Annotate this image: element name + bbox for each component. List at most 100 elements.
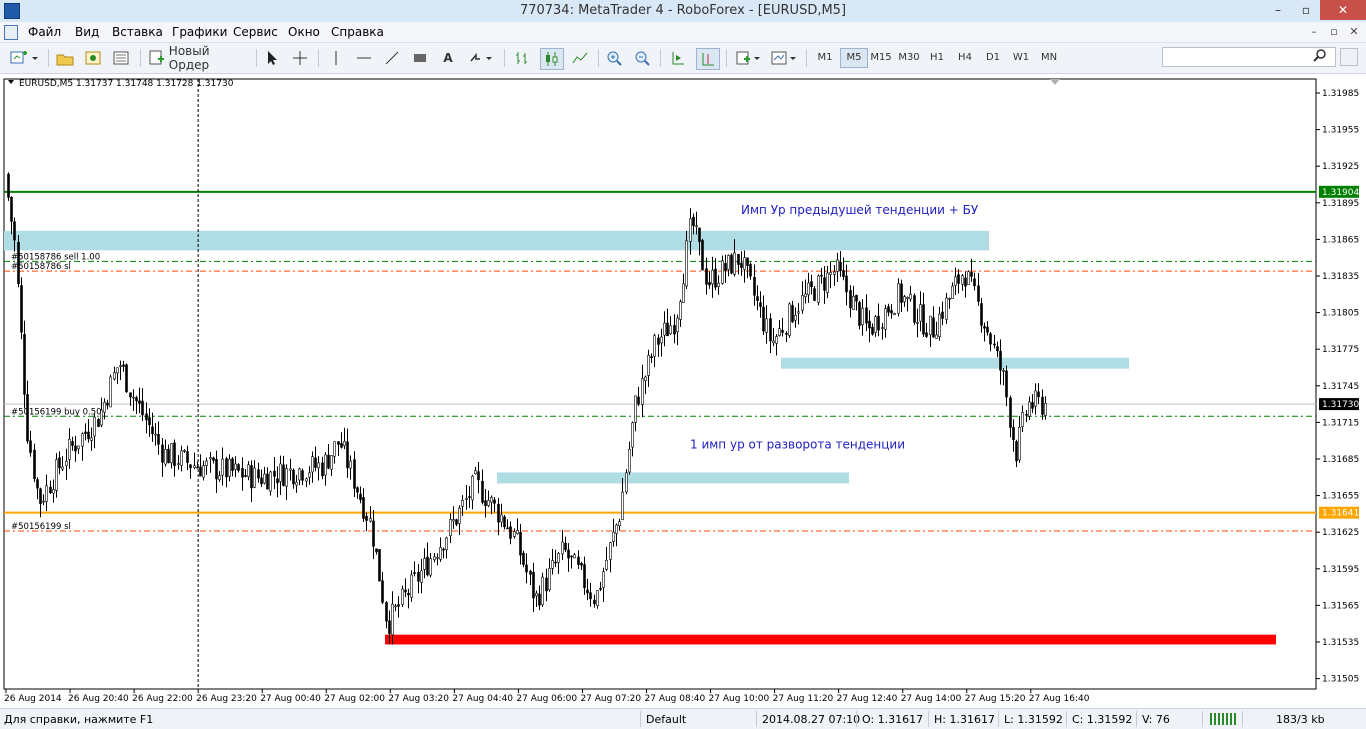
text-tool-icon[interactable]: A (438, 48, 458, 68)
new-chart-icon[interactable] (8, 48, 42, 68)
horizontal-line-icon[interactable] (354, 48, 374, 68)
toolbar-menu-button[interactable] (1340, 48, 1358, 66)
equidistant-channel-icon[interactable] (410, 48, 430, 68)
status-datetime: 2014.08.27 07:10 (762, 713, 861, 726)
candle-body (785, 332, 788, 335)
candle-body (839, 261, 842, 271)
timeframe-h4[interactable]: H4 (952, 49, 978, 67)
new-order-button[interactable]: Новый Ордер (148, 44, 248, 72)
cursor-icon[interactable] (262, 48, 282, 68)
profile-name[interactable]: Default (646, 713, 686, 726)
candle-body (801, 295, 804, 311)
crosshair-icon[interactable] (290, 48, 310, 68)
connection-status-icon[interactable] (1210, 713, 1236, 725)
timeframe-d1[interactable]: D1 (980, 49, 1006, 67)
candle-body (554, 561, 557, 564)
menu-insert[interactable]: Вставка (112, 25, 163, 39)
trendline-icon[interactable] (382, 48, 402, 68)
candle-body (13, 221, 16, 241)
timeframe-m5[interactable]: M5 (840, 48, 868, 68)
candle-body (692, 216, 695, 226)
candlestick-chart-icon[interactable] (540, 48, 564, 70)
mdi-restore-button[interactable]: ▫ (1326, 24, 1342, 39)
chart-shift-icon[interactable] (696, 48, 720, 70)
candle-body (429, 558, 432, 576)
candle-body (471, 475, 474, 501)
auto-scroll-icon[interactable] (668, 48, 688, 68)
indicators-icon[interactable] (734, 48, 764, 68)
candle-body (10, 197, 13, 222)
x-axis-tick-label: 26 Aug 23:20 (196, 694, 257, 704)
vertical-line-icon[interactable] (328, 48, 344, 68)
candle-body (244, 475, 247, 477)
candle-body (327, 454, 330, 469)
price-chart[interactable]: 1.31985 1.31955 1.31925 1.31895 1.31865 1.318… (0, 74, 1366, 708)
candle-body (874, 316, 877, 333)
search-icon[interactable] (1313, 49, 1327, 66)
chart-window[interactable]: 1.31985 1.31955 1.31925 1.31895 1.31865 1.318… (0, 74, 1366, 708)
candle-body (189, 464, 192, 469)
candle-body (733, 252, 736, 275)
candle-body (65, 460, 68, 466)
candle-body (583, 564, 586, 589)
x-axis-tick-label: 27 Aug 11:20 (773, 694, 834, 704)
minimize-button[interactable]: – (1264, 0, 1292, 20)
arrows-icon[interactable] (466, 48, 496, 68)
candle-body (593, 599, 596, 605)
chart-annotation-text: Имп Ур предыдушей тенденции + БУ (741, 203, 979, 217)
timeframe-w1[interactable]: W1 (1008, 49, 1034, 67)
menu-view[interactable]: Вид (75, 25, 99, 39)
candle-body (983, 326, 986, 329)
candle-body (468, 496, 471, 498)
market-watch-icon[interactable] (82, 48, 104, 68)
timeframe-mn[interactable]: MN (1036, 49, 1062, 67)
x-axis-tick-label: 27 Aug 00:40 (260, 694, 321, 704)
menu-window[interactable]: Окно (288, 25, 320, 39)
candle-body (743, 257, 746, 270)
navigator-icon[interactable] (110, 48, 132, 68)
menu-tools[interactable]: Сервис (233, 25, 278, 39)
zoom-out-icon[interactable] (632, 48, 652, 68)
candle-body (932, 317, 935, 338)
candle-body (477, 471, 480, 481)
bar-chart-icon[interactable] (512, 48, 532, 68)
candle-body (234, 463, 237, 470)
maximize-button[interactable]: ▫ (1292, 0, 1320, 20)
timeframe-m1[interactable]: M1 (812, 49, 838, 67)
timeframe-m30[interactable]: M30 (896, 49, 922, 67)
candle-body (205, 460, 208, 467)
close-button[interactable]: ✕ (1320, 0, 1366, 20)
candle-body (871, 326, 874, 335)
y-axis-tick-label: 1.31745 (1322, 382, 1359, 392)
search-input[interactable] (1162, 47, 1336, 67)
candle-body (237, 464, 240, 471)
candle-body (884, 308, 887, 330)
candle-body (628, 448, 631, 473)
mdi-close-button[interactable]: ✕ (1346, 24, 1362, 39)
templates-icon[interactable] (770, 48, 800, 68)
chart-window-icon[interactable] (4, 25, 18, 40)
candle-body (7, 173, 10, 198)
menu-charts[interactable]: Графики (172, 25, 227, 39)
candle-body (343, 441, 346, 447)
x-axis-tick-label: 27 Aug 02:00 (324, 694, 385, 704)
line-chart-icon[interactable] (570, 48, 590, 68)
y-axis-tick-label: 1.31715 (1322, 418, 1359, 428)
menu-help[interactable]: Справка (331, 25, 384, 39)
mdi-minimize-button[interactable]: – (1306, 24, 1322, 39)
candle-body (289, 468, 292, 471)
candle-body (455, 519, 458, 525)
menu-file[interactable]: Файл (28, 25, 61, 39)
candle-body (929, 315, 932, 336)
candle-body (826, 272, 829, 293)
candle-body (842, 270, 845, 277)
candle-body (151, 426, 154, 434)
candle-body (1025, 413, 1028, 416)
candle-body (484, 500, 487, 507)
zoom-in-icon[interactable] (604, 48, 624, 68)
x-axis-tick-label: 27 Aug 12:40 (837, 694, 898, 704)
candle-body (573, 554, 576, 559)
timeframe-h1[interactable]: H1 (924, 49, 950, 67)
profiles-icon[interactable] (54, 48, 76, 68)
timeframe-m15[interactable]: M15 (868, 49, 894, 67)
